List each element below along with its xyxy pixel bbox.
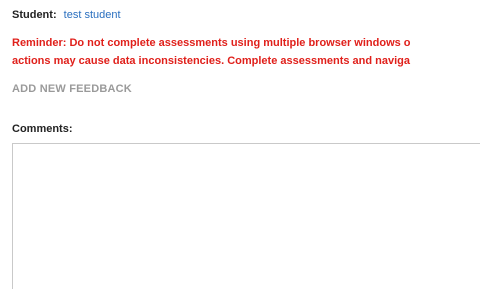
add-new-feedback-button[interactable]: ADD NEW FEEDBACK <box>12 82 132 96</box>
feedback-page: Student: test student Reminder: Do not c… <box>0 0 480 289</box>
student-name-link[interactable]: test student <box>64 9 121 21</box>
comments-label: Comments: <box>12 123 73 135</box>
student-label: Student: <box>12 9 57 21</box>
reminder-warning: Reminder: Do not complete assessments us… <box>12 34 480 70</box>
comments-textarea[interactable] <box>12 143 480 289</box>
reminder-line-2: actions may cause data inconsistencies. … <box>12 55 410 67</box>
student-row: Student: test student <box>12 8 121 22</box>
reminder-line-1: Reminder: Do not complete assessments us… <box>12 37 411 49</box>
